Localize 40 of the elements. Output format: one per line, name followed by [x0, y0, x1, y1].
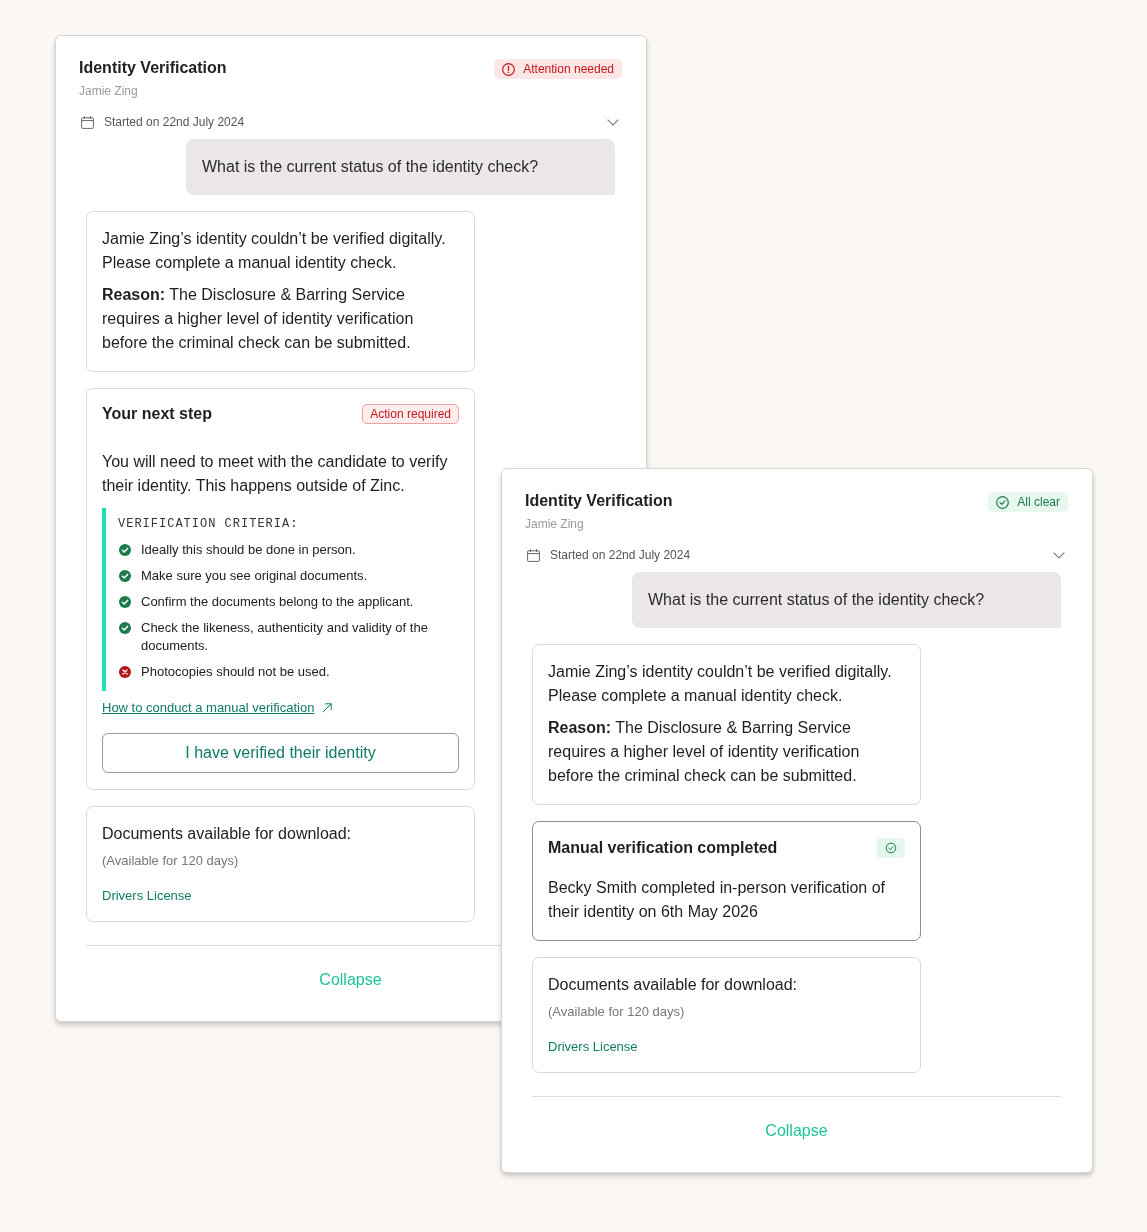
instruction-text: You will need to meet with the candidate to verify their identity. This happens outside of Zinc. [102, 452, 449, 496]
status-label: Attention needed [523, 61, 614, 77]
documents-title: Documents available for download: [548, 975, 799, 995]
card-title: Your next step [102, 404, 212, 424]
criteria-item: Make sure you see original documents. [141, 567, 368, 585]
panel-title: Identity Verification [525, 491, 673, 511]
chevron-down-icon[interactable] [607, 118, 619, 126]
panel-title: Identity Verification [79, 58, 227, 78]
document-link[interactable]: Drivers License [548, 1038, 638, 1056]
criteria-heading: VERIFICATION CRITERIA: [118, 516, 300, 532]
message-text: Jamie Zing’s identity couldn’t be verified digitally. Please complete a manual identity check. [102, 229, 447, 273]
candidate-name: Jamie Zing [525, 516, 585, 532]
message-text: Reason: The Disclosure & Barring Service requires a higher level of identity verification before the criminal check can be submitted. [102, 285, 415, 353]
completion-text: Becky Smith completed in-person verification of their identity on 6th May 2026 [548, 878, 887, 922]
start-date: Started on 22nd July 2024 [550, 547, 691, 563]
documents-title: Documents available for download: [102, 824, 353, 844]
check-circle-icon [996, 495, 1010, 509]
status-label: All clear [1017, 494, 1060, 510]
start-date: Started on 22nd July 2024 [104, 114, 245, 130]
criteria-item: Photocopies should not be used. [141, 663, 330, 681]
card-title: Manual verification completed [548, 838, 778, 858]
question-bubble: What is the current status of the identity check? [632, 572, 1061, 628]
criteria-item: Confirm the documents belong to the applicant. [141, 593, 414, 611]
guide-link[interactable]: How to conduct a manual verification [102, 699, 315, 717]
alert-circle-icon [502, 62, 516, 76]
document-link[interactable]: Drivers License [102, 887, 192, 905]
criteria-item: Ideally this should be done in person. [141, 541, 356, 559]
availability-note: (Available for 120 days) [548, 1003, 686, 1021]
calendar-icon [81, 115, 94, 129]
candidate-name: Jamie Zing [79, 83, 139, 99]
availability-note: (Available for 120 days) [102, 852, 240, 870]
external-link-icon[interactable] [322, 703, 333, 713]
message-text: Reason: The Disclosure & Barring Service requires a higher level of identity verification before the criminal check can be submitted. [548, 718, 861, 786]
calendar-icon [527, 548, 540, 562]
question-bubble: What is the current status of the identity check? [186, 139, 615, 195]
verified-button[interactable]: I have verified their identity [102, 733, 459, 773]
message-text: Jamie Zing’s identity couldn’t be verified digitally. Please complete a manual identity check. [548, 662, 893, 706]
chevron-down-icon[interactable] [1053, 551, 1065, 559]
action-tag: Action required [362, 404, 459, 424]
criteria-item: Check the likeness, authenticity and validity of the documents. [141, 619, 429, 655]
